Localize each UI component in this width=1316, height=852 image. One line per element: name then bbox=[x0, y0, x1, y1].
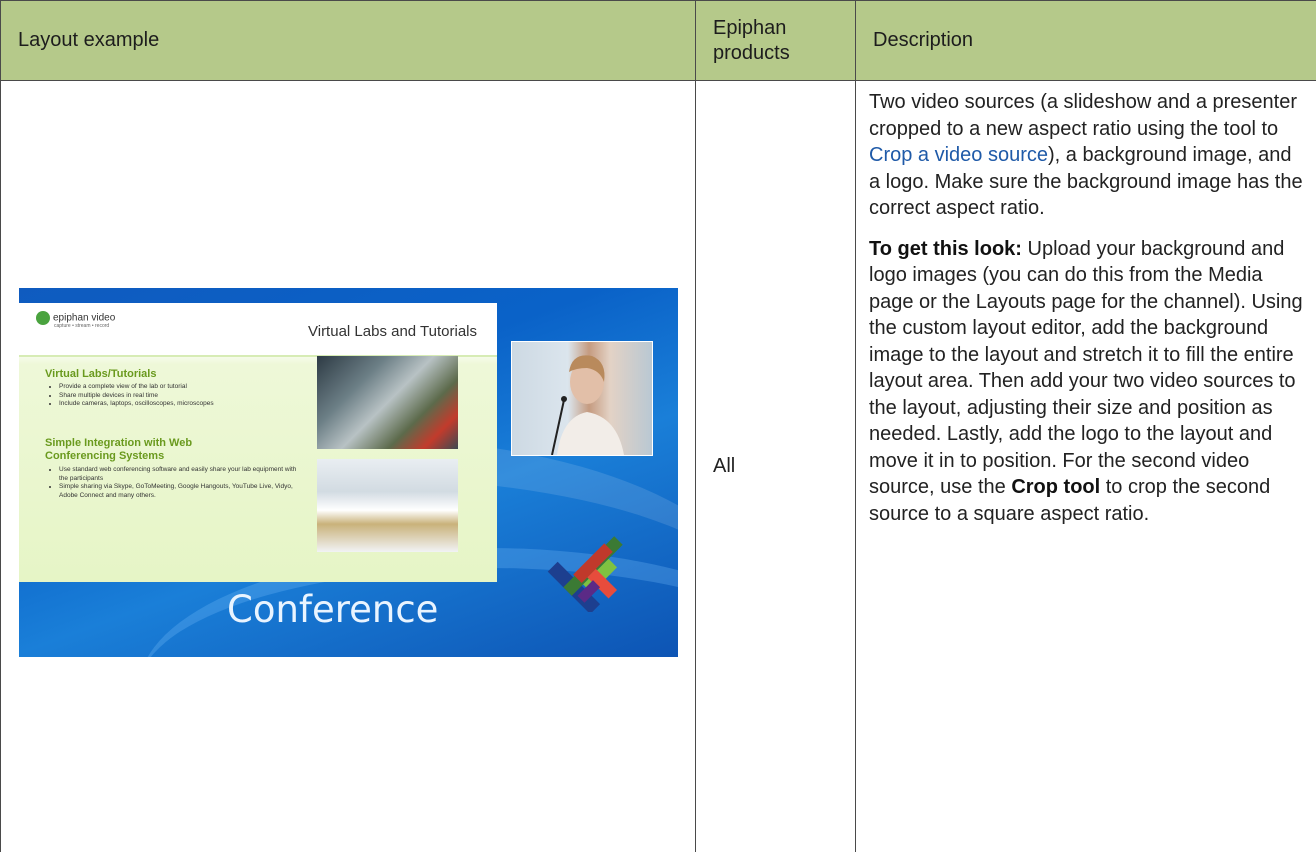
layout-table: Layout example Epiphan products Descript… bbox=[0, 0, 1316, 852]
crop-tool-label: Crop tool bbox=[1011, 476, 1100, 498]
header-description: Description bbox=[856, 1, 1316, 81]
presenter-silhouette-icon bbox=[512, 342, 652, 455]
epiphan-logo-icon bbox=[36, 311, 50, 325]
products-value: All bbox=[713, 455, 735, 477]
description-paragraph-1: Two video sources (a slideshow and a pre… bbox=[869, 89, 1304, 222]
list-item: Share multiple devices in real time bbox=[59, 392, 299, 401]
table-row: epiphan video capture • stream • record … bbox=[1, 81, 1316, 852]
slide-section2-heading-line2: Conferencing Systems bbox=[45, 450, 164, 462]
description-text: Two video sources (a slideshow and a pre… bbox=[869, 91, 1297, 140]
layout-example-cell: epiphan video capture • stream • record … bbox=[1, 81, 696, 852]
slideshow-source: epiphan video capture • stream • record … bbox=[19, 303, 497, 582]
lab-equipment-photo bbox=[317, 356, 458, 449]
presenter-video-source bbox=[511, 341, 653, 456]
description-cell: Two video sources (a slideshow and a pre… bbox=[856, 81, 1316, 852]
to-get-this-look-label: To get this look: bbox=[869, 238, 1022, 260]
list-item: Include cameras, laptops, oscilloscopes,… bbox=[59, 400, 299, 409]
description-text: Upload your background and logo images (… bbox=[869, 238, 1303, 499]
slide-section2-heading-line1: Simple Integration with Web bbox=[45, 437, 192, 449]
slide-header: epiphan video capture • stream • record … bbox=[19, 303, 497, 357]
slide-section2-bullets: Use standard web conferencing software a… bbox=[39, 466, 299, 500]
slide-title: Virtual Labs and Tutorials bbox=[308, 323, 477, 340]
description-paragraph-2: To get this look: Upload your background… bbox=[869, 236, 1304, 528]
slide-section1-heading: Virtual Labs/Tutorials bbox=[45, 368, 156, 381]
list-item: Use standard web conferencing software a… bbox=[59, 466, 299, 483]
slide-brand: epiphan video bbox=[53, 313, 115, 324]
laptop-user-photo bbox=[317, 459, 458, 552]
conference-background-text: Conference bbox=[227, 588, 438, 631]
slide-logo: epiphan video capture • stream • record bbox=[36, 311, 115, 329]
list-item: Simple sharing via Skype, GoToMeeting, G… bbox=[59, 483, 299, 500]
table-header-row: Layout example Epiphan products Descript… bbox=[1, 1, 1316, 81]
slide-tagline: capture • stream • record bbox=[54, 323, 115, 329]
epiphan-products-cell: All bbox=[696, 81, 856, 852]
list-item: Provide a complete view of the lab or tu… bbox=[59, 383, 299, 392]
slide-section1-bullets: Provide a complete view of the lab or tu… bbox=[39, 383, 299, 409]
slide-section2-heading: Simple Integration with Web Conferencing… bbox=[45, 437, 192, 463]
header-layout-example: Layout example bbox=[1, 1, 696, 81]
layout-example-image: epiphan video capture • stream • record … bbox=[19, 288, 678, 657]
conference-logo-icon bbox=[547, 520, 639, 612]
crop-video-source-link[interactable]: Crop a video source bbox=[869, 144, 1048, 166]
header-epiphan-products: Epiphan products bbox=[696, 1, 856, 81]
